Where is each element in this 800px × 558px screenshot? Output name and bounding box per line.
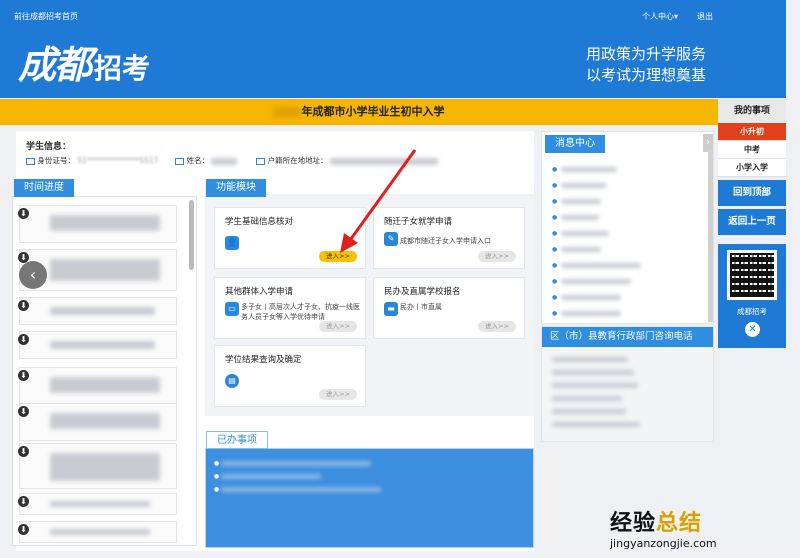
student-info-heading: 学生信息： bbox=[26, 142, 72, 152]
list-item bbox=[214, 459, 533, 472]
page-title-bar: 年成都市小学毕业生初中入学 bbox=[0, 99, 718, 125]
message-item[interactable]: ● bbox=[552, 166, 618, 173]
qr-code-icon bbox=[727, 250, 777, 300]
card-result-query[interactable]: 学位结果查询及确定 ▤ 进入>> bbox=[214, 345, 366, 407]
list-item bbox=[552, 368, 640, 381]
timeline-item: ⬇ bbox=[18, 367, 177, 405]
page-title: 年成都市小学毕业生初中入学 bbox=[301, 105, 445, 118]
timeline-item: ⬇ bbox=[18, 521, 177, 543]
message-item[interactable]: ● bbox=[552, 246, 602, 253]
back-to-top-button[interactable]: 回到顶部 bbox=[718, 180, 786, 206]
address-label: 户籍所在地地址： bbox=[267, 156, 328, 165]
timeline-tab[interactable]: 时间进度 bbox=[14, 179, 74, 197]
done-items-tab[interactable]: 已办事项 bbox=[206, 431, 268, 449]
list-item bbox=[552, 355, 640, 368]
timeline-dot-icon: ⬇ bbox=[18, 446, 29, 457]
list-item bbox=[552, 381, 640, 394]
timeline-panel: ⬇ ⬇ ⬇ ⬇ ⬇ ⬇ ⬇ ⬇ ⬇ bbox=[12, 196, 197, 546]
enter-button[interactable]: 进入>> bbox=[478, 251, 516, 262]
timeline-dot-icon: ⬇ bbox=[18, 406, 29, 417]
message-item[interactable]: ● bbox=[552, 294, 622, 301]
id-label: 身份证号： bbox=[37, 156, 75, 165]
enter-button[interactable]: 进入>> bbox=[319, 389, 357, 400]
message-item[interactable]: ● bbox=[552, 214, 600, 221]
consult-heading: 区（市）县教育行政部门咨询电话 bbox=[542, 327, 713, 347]
message-center-panel: ● ● ● ● ● ● ● ● ● ● bbox=[541, 131, 714, 324]
close-icon[interactable]: ✕ bbox=[745, 322, 760, 337]
logout-link[interactable]: 退出 bbox=[697, 11, 713, 22]
message-scrollbar[interactable] bbox=[708, 150, 713, 322]
address-icon bbox=[256, 157, 266, 165]
header: 前往成都招考首页 个人中心▾ 退出 成都 招考 用政策为升学服务 以考试为理想奠基 bbox=[0, 0, 786, 98]
message-item[interactable]: ● bbox=[552, 278, 632, 285]
card-other-groups[interactable]: 其他群体入学申请 ▭ 多子女丨高层次人才子女、抗疫一线医务人员子女等入学优待申请… bbox=[214, 277, 366, 339]
watermark: 经验总结 jingyanzongjie.com bbox=[610, 510, 717, 550]
timeline-item: ⬇ bbox=[18, 493, 177, 515]
site-logo[interactable]: 成都 招考 bbox=[18, 34, 150, 89]
side-item-primary-to-junior[interactable]: 小升初 bbox=[718, 123, 786, 141]
side-nav: 我的事项 小升初 中考 小学入学 回到顶部 返回上一页 bbox=[718, 99, 786, 235]
qr-panel: 成都招考 ✕ bbox=[718, 244, 786, 348]
home-link[interactable]: 前往成都招考首页 bbox=[14, 11, 78, 22]
document-icon: ▤ bbox=[225, 374, 239, 388]
timeline-dot-icon: ⬇ bbox=[18, 496, 29, 507]
timeline-item: ⬇ bbox=[18, 205, 177, 243]
message-item[interactable]: ● bbox=[552, 198, 602, 205]
list-item bbox=[552, 394, 640, 407]
side-item-primary-entry[interactable]: 小学入学 bbox=[718, 159, 786, 177]
timeline-dot-icon: ⬇ bbox=[18, 300, 29, 311]
timeline-dot-icon: ⬇ bbox=[18, 334, 29, 345]
id-value: 51**************5517 bbox=[77, 156, 159, 165]
message-item[interactable]: ● bbox=[552, 310, 622, 317]
timeline-dot-icon: ⬇ bbox=[18, 524, 29, 535]
message-center-tab[interactable]: 消息中心 bbox=[545, 135, 605, 153]
id-card-icon bbox=[26, 157, 35, 165]
my-items-heading: 我的事项 bbox=[718, 99, 786, 123]
message-item[interactable]: ● bbox=[552, 262, 642, 269]
done-items-panel bbox=[205, 448, 534, 548]
enter-button[interactable]: 进入>> bbox=[319, 321, 357, 332]
timeline-item: ⬇ bbox=[18, 297, 177, 325]
name-label: 姓名： bbox=[186, 156, 210, 165]
red-arrow-annotation bbox=[340, 149, 417, 253]
timeline-item: ⬇ bbox=[18, 443, 177, 489]
timeline-item: ⬇ bbox=[18, 403, 177, 441]
list-item bbox=[214, 472, 533, 485]
timeline-dot-icon: ⬇ bbox=[18, 208, 29, 219]
enter-button[interactable]: 进入>> bbox=[478, 321, 516, 332]
consult-phones-panel: 区（市）县教育行政部门咨询电话 bbox=[541, 326, 714, 442]
timeline-dot-icon: ⬇ bbox=[18, 370, 29, 381]
timeline-scrollbar[interactable] bbox=[189, 200, 194, 270]
card-private-schools[interactable]: 民办及直属学校报名 ▬ 民办丨市直属 进入>> bbox=[373, 277, 525, 339]
bus-icon: ▬ bbox=[384, 302, 398, 316]
user-profile-icon: 👤 bbox=[225, 236, 239, 250]
list-item bbox=[552, 407, 640, 420]
message-item[interactable]: ● bbox=[552, 182, 607, 189]
monitor-icon: ▭ bbox=[225, 302, 239, 316]
side-item-zhongkao[interactable]: 中考 bbox=[718, 141, 786, 159]
user-center-menu[interactable]: 个人中心▾ bbox=[642, 11, 678, 22]
carousel-prev-button[interactable]: ‹ bbox=[19, 261, 47, 289]
back-previous-button[interactable]: 返回上一页 bbox=[718, 209, 786, 235]
list-item bbox=[214, 485, 533, 498]
message-item[interactable]: ● bbox=[552, 230, 610, 237]
slogan: 用政策为升学服务 以考试为理想奠基 bbox=[585, 45, 706, 84]
qr-caption: 成都招考 bbox=[737, 307, 767, 316]
name-icon bbox=[175, 157, 185, 165]
list-item bbox=[552, 420, 640, 433]
timeline-item: ⬇ bbox=[18, 331, 177, 359]
function-tab[interactable]: 功能模块 bbox=[206, 179, 266, 197]
name-value bbox=[211, 157, 238, 165]
caret-down-icon: ▾ bbox=[674, 12, 679, 21]
